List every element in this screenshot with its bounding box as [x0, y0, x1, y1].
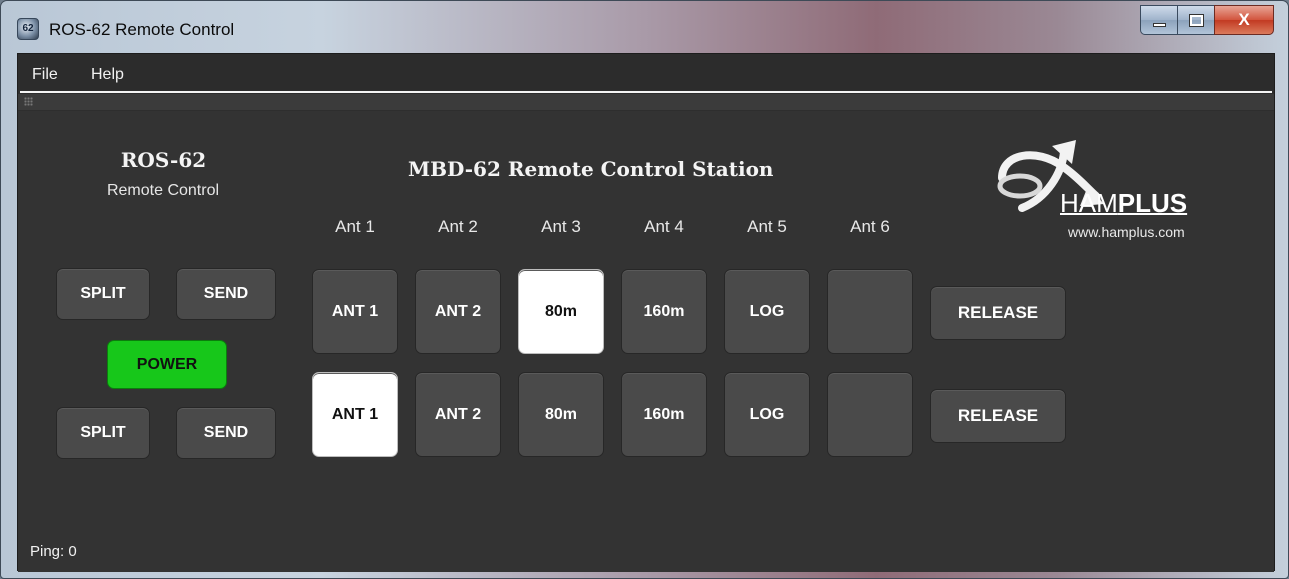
ant-label-4: Ant 4	[644, 217, 684, 236]
menu-divider	[20, 91, 1272, 93]
window-title: ROS-62 Remote Control	[49, 20, 235, 39]
title-bar[interactable]: 62 ROS-62 Remote Control X	[1, 1, 1288, 53]
ant-label-5: Ant 5	[747, 217, 787, 236]
caption-buttons: X	[1140, 5, 1274, 35]
power-button[interactable]: POWER	[107, 340, 227, 389]
close-icon: X	[1238, 10, 1250, 29]
send-button-bottom[interactable]: SEND	[176, 407, 276, 459]
ant-label-2: Ant 2	[438, 217, 478, 236]
minimize-icon	[1152, 23, 1166, 27]
row1-ant6-button[interactable]	[827, 269, 913, 354]
app-icon[interactable]: 62	[17, 18, 39, 40]
logo-ham-text: HAM	[1060, 188, 1118, 218]
ros-title: ROS-62	[120, 148, 207, 172]
ant-label-6: Ant 6	[850, 217, 890, 236]
send-button-top[interactable]: SEND	[176, 268, 276, 320]
station-title: MBD-62 Remote Control Station	[408, 157, 774, 181]
hamplus-logo: HAMPLUS www.hamplus.com	[986, 138, 1226, 248]
maximize-button[interactable]	[1177, 5, 1214, 35]
menu-bar: File Help	[18, 54, 1274, 90]
row1-ant1-button[interactable]: ANT 1	[312, 269, 398, 354]
row1-log-button[interactable]: LOG	[724, 269, 810, 354]
close-button[interactable]: X	[1214, 5, 1274, 35]
logo-plus-text: PLUS	[1117, 188, 1188, 218]
row1-ant2-button[interactable]: ANT 2	[415, 269, 501, 354]
row1-release-button[interactable]: RELEASE	[930, 286, 1066, 340]
row2-160m-button[interactable]: 160m	[621, 372, 707, 457]
hamplus-wordmark: HAMPLUS	[1060, 188, 1187, 219]
row2-release-button[interactable]: RELEASE	[930, 389, 1066, 443]
row2-ant6-button[interactable]	[827, 372, 913, 457]
grip-handle-icon[interactable]	[24, 97, 33, 106]
ros-subtitle: Remote Control	[106, 182, 220, 199]
row2-log-button[interactable]: LOG	[724, 372, 810, 457]
minimize-button[interactable]	[1140, 5, 1177, 35]
menu-file[interactable]: File	[32, 66, 58, 84]
row2-ant2-button[interactable]: ANT 2	[415, 372, 501, 457]
client-area: File Help ROS-62 Remote Control SPLIT SE…	[17, 53, 1275, 572]
ping-status: Ping: 0	[30, 543, 77, 560]
ant-label-1: Ant 1	[335, 217, 375, 236]
split-button-top[interactable]: SPLIT	[56, 268, 150, 320]
toolbar-strip	[18, 94, 1274, 110]
row1-160m-button[interactable]: 160m	[621, 269, 707, 354]
app-window: 62 ROS-62 Remote Control X File Help ROS…	[0, 0, 1289, 579]
row1-80m-button[interactable]: 80m	[518, 269, 604, 354]
row2-ant1-button[interactable]: ANT 1	[312, 372, 398, 457]
split-button-bottom[interactable]: SPLIT	[56, 407, 150, 459]
maximize-icon	[1188, 13, 1204, 27]
ant-label-3: Ant 3	[541, 217, 581, 236]
row2-80m-button[interactable]: 80m	[518, 372, 604, 457]
logo-url: www.hamplus.com	[1068, 224, 1185, 240]
menu-help[interactable]: Help	[91, 66, 124, 84]
